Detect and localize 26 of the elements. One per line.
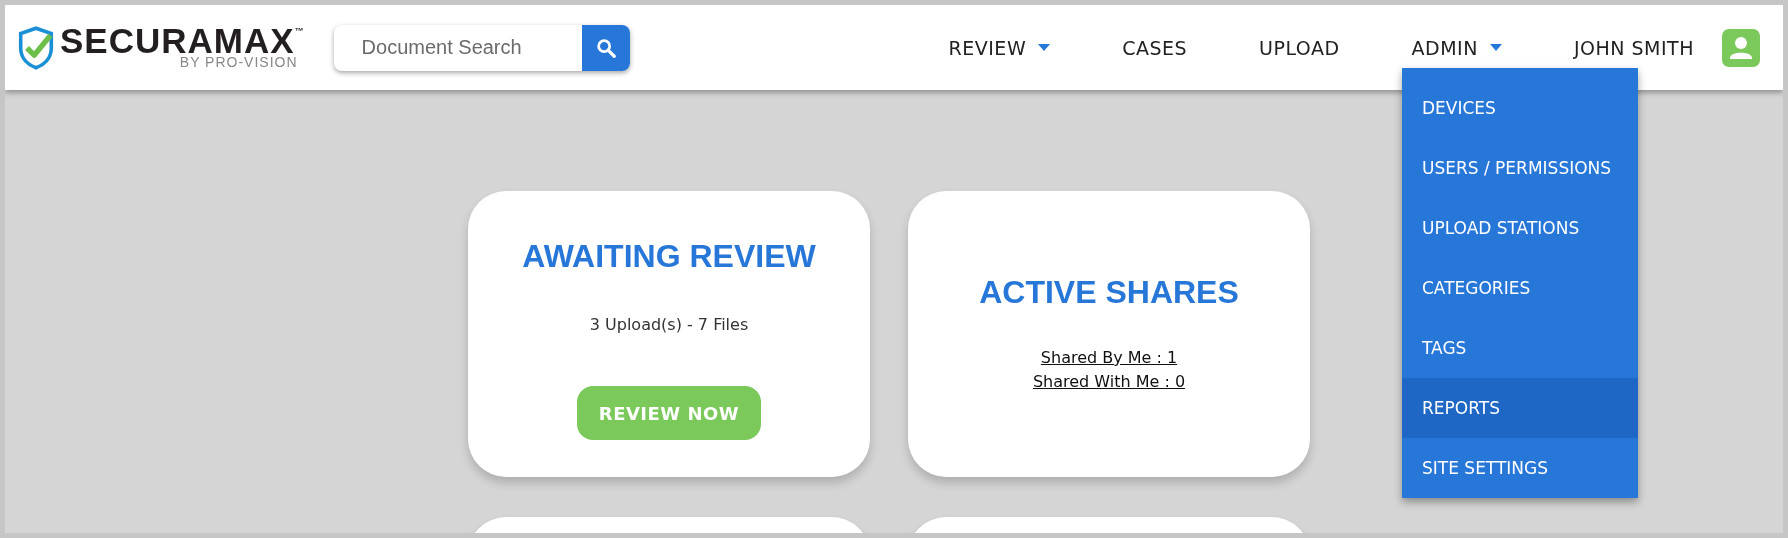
upload-summary: 3 Upload(s) - 7 Files — [589, 315, 749, 334]
search-icon — [594, 36, 617, 59]
shield-check-icon — [18, 25, 54, 70]
nav-link[interactable]: ADMIN — [1411, 36, 1502, 59]
menu-item[interactable]: UPLOAD STATIONS — [1402, 198, 1638, 258]
menu-item[interactable]: CATEGORIES — [1402, 258, 1638, 318]
search-button[interactable] — [581, 24, 630, 71]
menu-item[interactable]: USERS / PERMISSIONS — [1402, 138, 1638, 198]
user-name[interactable]: JOHN SMITH — [1573, 36, 1694, 59]
card-title: ACTIVE SHARES — [979, 274, 1239, 311]
nav-link[interactable]: REVIEW — [948, 36, 1051, 59]
search-field[interactable]: Document Search — [333, 24, 582, 71]
caret-icon — [1489, 44, 1502, 51]
share-link[interactable]: Shared By Me : 1 — [1040, 346, 1178, 370]
card-title: AWAITING REVIEW — [522, 238, 816, 275]
menu-item[interactable]: TAGS — [1402, 318, 1638, 378]
caret-icon — [1038, 44, 1051, 51]
share-link[interactable]: Shared With Me : 0 — [1032, 370, 1186, 394]
menu-item[interactable]: DEVICES — [1402, 78, 1638, 138]
menu-item[interactable]: REPORTS — [1402, 378, 1638, 438]
trademark: ™ — [294, 26, 304, 36]
nav-link[interactable]: UPLOAD — [1259, 36, 1340, 59]
logo-wordmark: SECURAMAX — [60, 26, 295, 56]
nav-link[interactable]: CASES — [1122, 36, 1188, 59]
logo-tagline: BY PRO-VISION — [179, 56, 298, 69]
menu-item[interactable]: SITE SETTINGS — [1402, 438, 1638, 498]
